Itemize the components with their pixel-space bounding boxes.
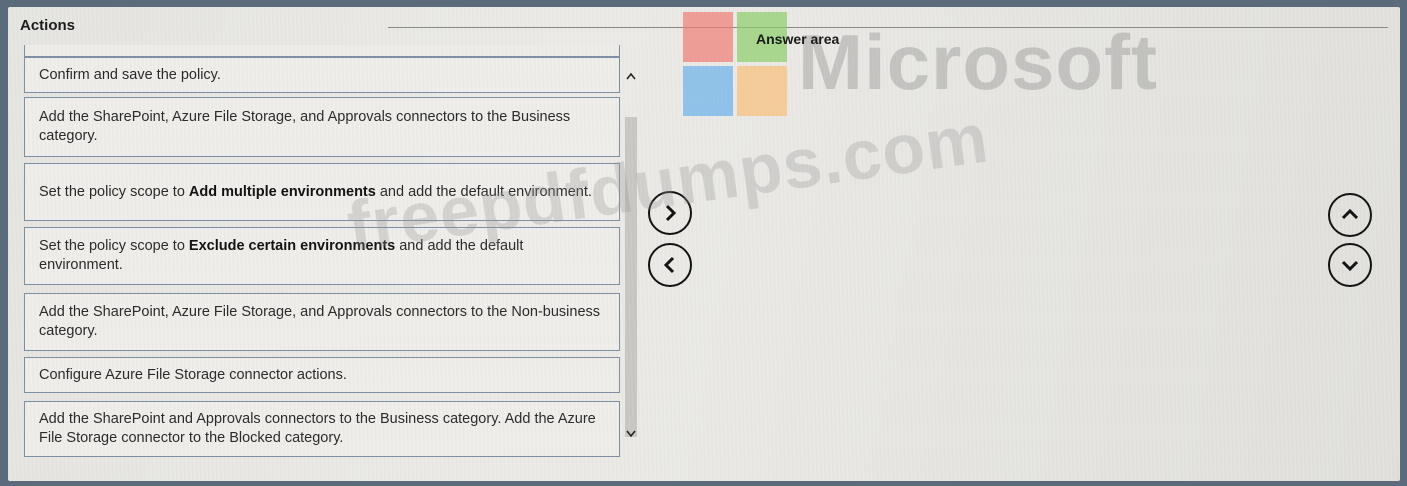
move-down-button[interactable]	[1328, 243, 1372, 287]
action-item[interactable]: Add the SharePoint, Azure File Storage, …	[24, 293, 620, 351]
chevron-left-icon	[663, 256, 675, 274]
chevron-up-icon	[1341, 208, 1359, 220]
answer-area-heading: Answer area	[756, 31, 840, 47]
action-item-text: Add the SharePoint, Azure File Storage, …	[39, 304, 601, 339]
action-item[interactable]: Add the SharePoint and Approvals connect…	[24, 401, 620, 457]
actions-list: Confirm and save the policy. Add the Sha…	[20, 45, 620, 457]
action-item-text: Confirm and save the policy.	[39, 66, 221, 83]
action-item[interactable]: Add the SharePoint, Azure File Storage, …	[24, 97, 620, 157]
list-item-partial	[24, 45, 620, 57]
move-left-button[interactable]	[648, 243, 692, 287]
move-up-button[interactable]	[1328, 193, 1372, 237]
caret-up-icon[interactable]	[622, 67, 640, 85]
caret-down-icon[interactable]	[622, 425, 640, 443]
chevron-down-icon	[1341, 260, 1359, 272]
action-item-text: Add the SharePoint, Azure File Storage, …	[39, 109, 571, 144]
action-item[interactable]: Configure Azure File Storage connector a…	[24, 357, 620, 393]
actions-scrollbar[interactable]	[622, 51, 644, 461]
actions-heading: Actions	[20, 17, 76, 34]
action-item-text: Configure Azure File Storage connector a…	[39, 366, 347, 383]
drag-drop-question-panel: Actions Confirm and save the policy. Add…	[8, 7, 1400, 481]
action-item-text: Add the SharePoint and Approvals connect…	[39, 411, 596, 446]
brand-watermark: Microsoft	[798, 18, 1158, 106]
microsoft-logo-watermark	[683, 12, 793, 120]
action-item[interactable]: Confirm and save the policy.	[24, 57, 620, 93]
